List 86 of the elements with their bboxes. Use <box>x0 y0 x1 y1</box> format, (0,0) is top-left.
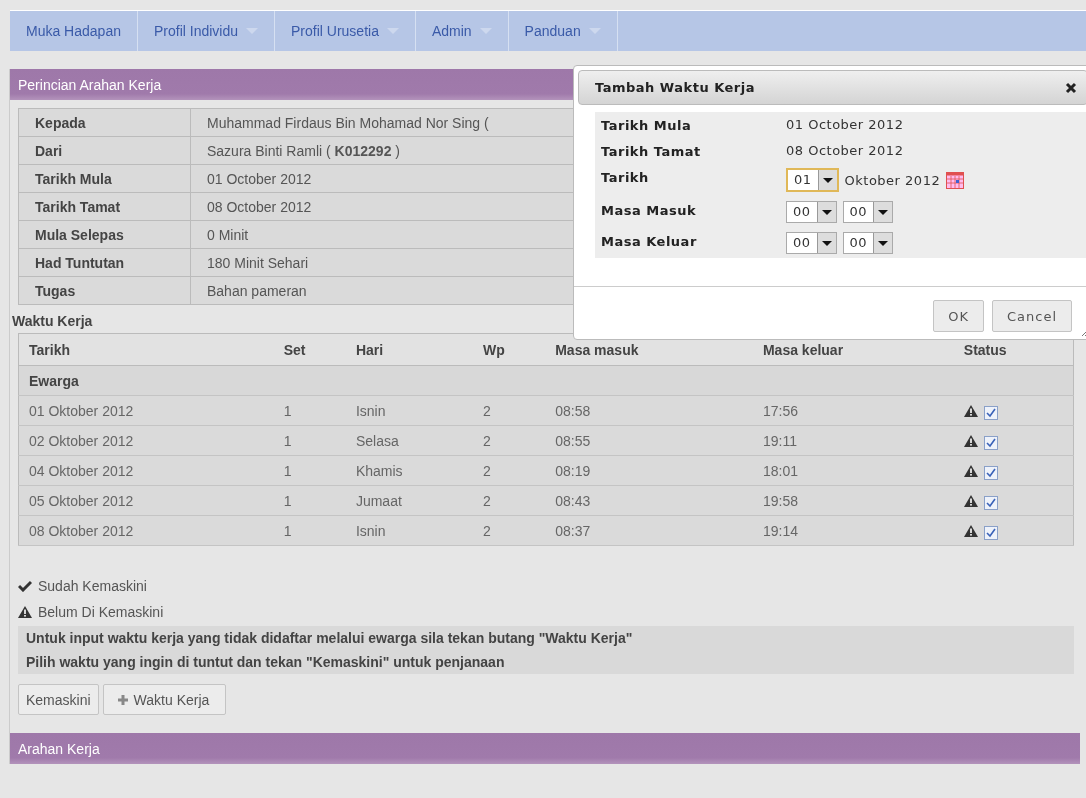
field-label: Tarikh Tamat <box>601 143 702 159</box>
table-cell: 1 <box>273 425 346 456</box>
detail-label: Tarikh Tamat <box>18 192 191 221</box>
calendar-icon[interactable] <box>946 171 965 189</box>
column-header: Hari <box>345 333 473 366</box>
plus-icon <box>117 694 128 705</box>
table-cell: 2 <box>473 515 546 546</box>
table-cell: 1 <box>273 485 346 516</box>
detail-label: Tarikh Mula <box>18 164 191 193</box>
instruction-text: Untuk input waktu kerja yang tidak didaftar melalui ewarga sila tekan butang "Waktu Kerja" <box>26 630 634 646</box>
nav-menu-item[interactable]: Muka Hadapan <box>10 11 138 51</box>
table-cell: 2 <box>473 455 546 486</box>
table-cell: Khamis <box>345 455 473 486</box>
field-label: Masa Masuk <box>601 202 698 220</box>
table-cell: Isnin <box>345 395 473 426</box>
column-header: Tarikh <box>18 333 274 366</box>
table-cell: 1 <box>273 395 346 426</box>
row-checkbox[interactable] <box>983 465 998 480</box>
warning-icon <box>963 404 978 417</box>
table-cell: 01 Oktober 2012 <box>18 395 274 426</box>
table-cell: Selasa <box>345 425 473 456</box>
cancel-button[interactable]: Cancel <box>991 300 1072 332</box>
table-cell: 08:43 <box>545 485 753 516</box>
field-label: Tarikh Mula <box>601 117 693 133</box>
dropdown-field[interactable]: 00 <box>786 232 837 254</box>
table-cell: 19:11 <box>752 425 954 456</box>
update-button[interactable]: Kemaskini <box>18 684 99 715</box>
row-checkbox[interactable] <box>983 435 998 450</box>
table-cell: 18:01 <box>752 455 954 486</box>
table-cell: 08 Oktober 2012 <box>18 515 274 546</box>
table-cell: 2 <box>473 395 546 426</box>
field-label: Tarikh <box>601 169 650 187</box>
instruction-text: Pilih waktu yang ingin di tuntut dan tekan "Kemaskini" untuk penjanaan <box>26 654 506 670</box>
row-checkbox[interactable] <box>983 495 998 510</box>
detail-label: Mula Selepas <box>18 220 191 249</box>
warning-icon <box>963 464 978 477</box>
warning-icon <box>18 606 32 618</box>
warning-icon <box>963 494 978 507</box>
checkmark-icon <box>18 580 32 592</box>
column-header: Wp <box>473 333 546 366</box>
warning-icon <box>963 524 978 537</box>
row-checkbox[interactable] <box>983 525 998 540</box>
dropdown-field[interactable]: 00 <box>842 232 894 254</box>
group-row: Ewarga <box>18 365 1074 396</box>
table-cell: 17:56 <box>752 395 954 426</box>
table-cell: 08:55 <box>545 425 753 456</box>
field-value: 01 October 2012 <box>786 117 904 132</box>
table-cell: 2 <box>473 485 546 516</box>
table-cell: 19:14 <box>752 515 954 546</box>
table-cell: 02 Oktober 2012 <box>18 425 274 456</box>
legend-label: Sudah Kemaskini <box>38 578 147 594</box>
dialog-title: Tambah Waktu Kerja <box>595 80 755 95</box>
column-header: Set <box>273 333 346 366</box>
panel-header: Arahan Kerja <box>10 733 1080 764</box>
dropdown-field[interactable]: 01 <box>786 168 839 192</box>
table-cell: 04 Oktober 2012 <box>18 455 274 486</box>
dropdown-field[interactable]: 00 <box>786 201 837 223</box>
add-work-time-button[interactable]: Waktu Kerja <box>102 684 227 715</box>
table-cell: 2 <box>473 425 546 456</box>
field-label: Masa Keluar <box>601 233 698 251</box>
dropdown-field[interactable]: 00 <box>842 201 894 223</box>
warning-icon <box>963 434 978 447</box>
row-checkbox[interactable] <box>983 405 998 420</box>
nav-menu-item[interactable]: Profil Individu <box>137 11 275 51</box>
detail-label: Had Tuntutan <box>18 248 191 277</box>
ok-button[interactable]: OK <box>933 300 984 332</box>
detail-label: Dari <box>18 136 191 165</box>
table-cell: 08:58 <box>545 395 753 426</box>
table-cell: 19:58 <box>752 485 954 516</box>
table-cell: Isnin <box>345 515 473 546</box>
table-cell: Jumaat <box>345 485 473 516</box>
section-title: Waktu Kerja <box>12 313 93 329</box>
legend-label: Belum Di Kemaskini <box>38 604 164 620</box>
detail-label: Kepada <box>18 108 191 137</box>
table-cell: 1 <box>273 455 346 486</box>
nav-menu-item[interactable]: Profil Urusetia <box>275 11 416 51</box>
close-icon[interactable] <box>1065 81 1077 94</box>
nav-menu-item[interactable]: Admin <box>415 11 509 51</box>
table-cell: 1 <box>273 515 346 546</box>
detail-label: Tugas <box>18 276 191 305</box>
field-value: 08 October 2012 <box>786 143 904 158</box>
table-cell: 05 Oktober 2012 <box>18 485 274 516</box>
table-cell: 08:37 <box>545 515 753 546</box>
nav-menu-item[interactable]: Panduan <box>508 11 618 51</box>
month-year-text: Oktober 2012 <box>844 172 941 188</box>
table-cell: 08:19 <box>545 455 753 486</box>
